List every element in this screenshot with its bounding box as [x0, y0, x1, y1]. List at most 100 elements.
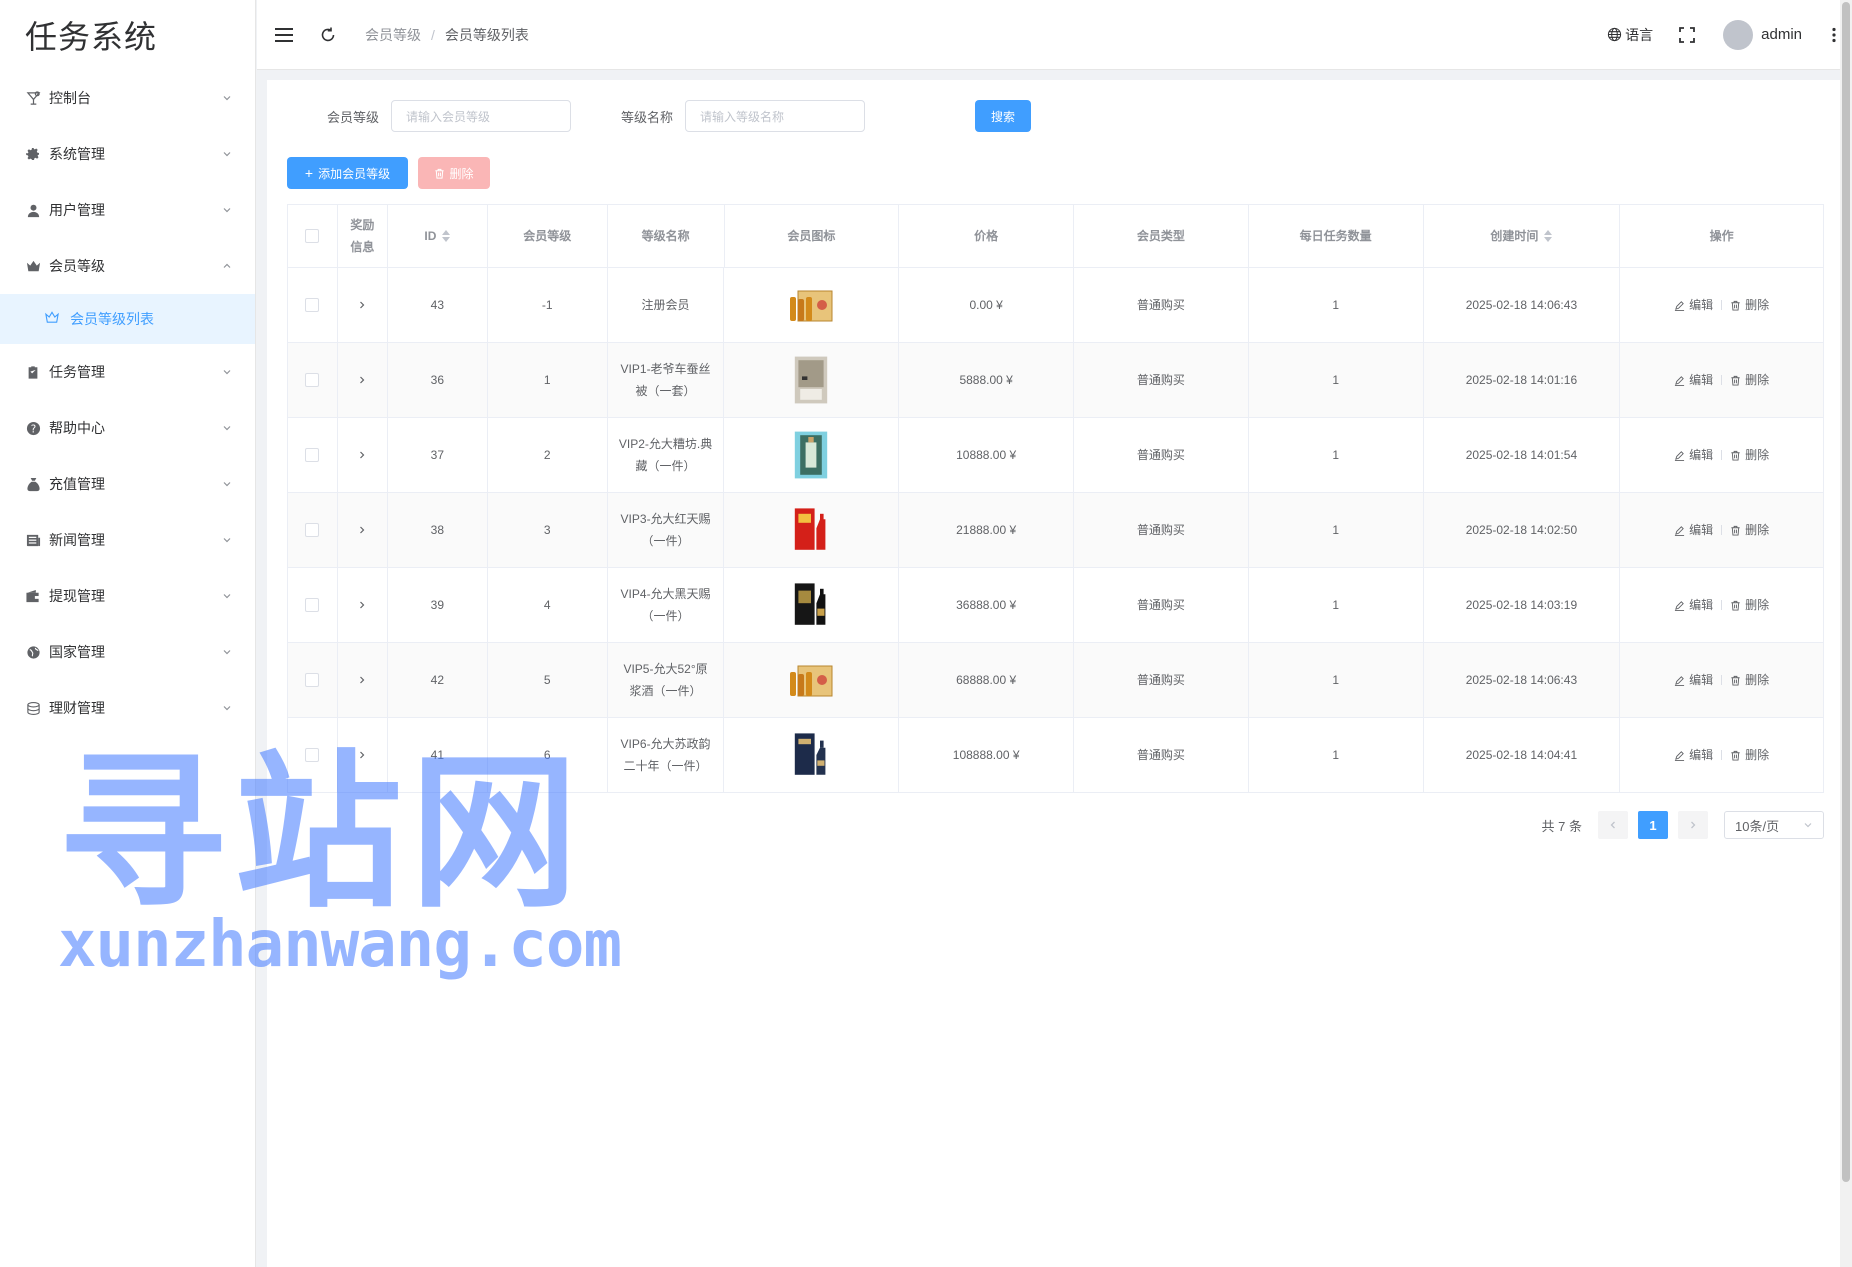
- select-all-checkbox[interactable]: [305, 229, 320, 243]
- member-icon-image[interactable]: [788, 732, 834, 778]
- row-level-name: VIP3-允大红天赐（一件）: [608, 493, 725, 567]
- member-icon-image[interactable]: [788, 282, 834, 328]
- member-icon-image[interactable]: [788, 582, 834, 628]
- sidebar-item-dashboard[interactable]: 控制台: [0, 70, 255, 126]
- delete-button[interactable]: 删除: [1730, 444, 1769, 466]
- breadcrumb-item[interactable]: 会员等级: [365, 25, 421, 45]
- chevron-down-icon: [1804, 823, 1812, 828]
- chevron-right-icon[interactable]: [356, 599, 368, 611]
- row-price: 5888.00 ¥: [899, 343, 1075, 417]
- header-reward-info: 奖励信息: [338, 205, 388, 267]
- chevron-down-icon: [223, 538, 231, 543]
- sidebar-item-countries[interactable]: 国家管理: [0, 624, 255, 680]
- prev-page-button[interactable]: [1598, 811, 1628, 839]
- search-button[interactable]: 搜索: [975, 100, 1032, 132]
- hamburger-icon[interactable]: [273, 24, 295, 46]
- edit-button[interactable]: 编辑: [1674, 369, 1713, 391]
- edit-button[interactable]: 编辑: [1674, 669, 1713, 691]
- row-checkbox[interactable]: [305, 373, 320, 387]
- header-created[interactable]: 创建时间: [1424, 205, 1621, 267]
- scrollbar-thumb[interactable]: [1842, 2, 1850, 1182]
- sidebar-item-users[interactable]: 用户管理: [0, 182, 255, 238]
- page-size-select[interactable]: 10条/页: [1724, 811, 1824, 839]
- trash-icon: [1731, 375, 1740, 386]
- chevron-left-icon: [1610, 821, 1615, 829]
- avatar[interactable]: [1723, 19, 1754, 50]
- sidebar-item-finance[interactable]: 理财管理: [0, 680, 255, 736]
- delete-button[interactable]: 删除: [1730, 294, 1769, 316]
- next-page-button[interactable]: [1678, 811, 1708, 839]
- more-vertical-icon[interactable]: [1832, 27, 1836, 43]
- row-select-cell: [288, 643, 338, 717]
- page-number-current[interactable]: 1: [1638, 811, 1668, 839]
- row-checkbox[interactable]: [305, 448, 320, 462]
- sidebar-item-help[interactable]: ? 帮助中心: [0, 400, 255, 456]
- header-id[interactable]: ID: [388, 205, 488, 267]
- edit-button[interactable]: 编辑: [1674, 519, 1713, 541]
- add-level-button[interactable]: + 添加会员等级: [287, 157, 408, 189]
- chevron-right-icon[interactable]: [356, 524, 368, 536]
- level-search-input[interactable]: 请输入会员等级: [391, 100, 572, 132]
- sidebar-item-withdraw[interactable]: 提现管理: [0, 568, 255, 624]
- edit-button[interactable]: 编辑: [1674, 294, 1713, 316]
- bulk-delete-button[interactable]: 删除: [418, 157, 490, 189]
- row-icon-cell: [724, 718, 900, 792]
- row-select-cell: [288, 568, 338, 642]
- question-icon: ?: [24, 419, 42, 437]
- sidebar-item-system[interactable]: 系统管理: [0, 126, 255, 182]
- delete-button[interactable]: 删除: [1730, 669, 1769, 691]
- row-checkbox[interactable]: [305, 523, 320, 537]
- chevron-right-icon[interactable]: [356, 749, 368, 761]
- chevron-right-icon[interactable]: [356, 449, 368, 461]
- refresh-icon[interactable]: [319, 26, 337, 44]
- member-icon-image[interactable]: [788, 507, 834, 553]
- sidebar-item-recharge[interactable]: 充值管理: [0, 456, 255, 512]
- chevron-right-icon[interactable]: [356, 674, 368, 686]
- action-divider: [1721, 600, 1723, 610]
- edit-icon: [1675, 300, 1685, 311]
- row-daily-tasks: 1: [1249, 568, 1424, 642]
- member-icon-image[interactable]: [788, 431, 834, 479]
- sort-icon[interactable]: [1544, 230, 1553, 242]
- row-checkbox[interactable]: [305, 298, 320, 312]
- member-icon-image[interactable]: [788, 657, 834, 703]
- row-actions: 编辑 删除: [1620, 343, 1823, 417]
- delete-button[interactable]: 删除: [1730, 594, 1769, 616]
- row-checkbox[interactable]: [305, 673, 320, 687]
- fullscreen-icon[interactable]: [1679, 26, 1696, 43]
- sidebar-item-member-level-list[interactable]: 会员等级列表: [0, 294, 255, 344]
- sidebar-item-tasks[interactable]: 任务管理: [0, 344, 255, 400]
- chevron-down-icon: [223, 96, 231, 101]
- row-type: 普通购买: [1074, 418, 1249, 492]
- wallet-icon: [24, 587, 42, 605]
- row-checkbox[interactable]: [305, 598, 320, 612]
- sidebar-item-member-level[interactable]: 会员等级: [0, 238, 255, 294]
- chevron-right-icon[interactable]: [356, 299, 368, 311]
- row-daily-tasks: 1: [1249, 343, 1424, 417]
- language-switcher[interactable]: 语言: [1607, 25, 1653, 45]
- table-row: 41 6 VIP6-允大苏政韵二十年（一件） 108888.00 ¥ 普通购买 …: [288, 718, 1823, 793]
- chevron-up-icon: [223, 263, 231, 268]
- row-expand-cell: [338, 718, 388, 792]
- name-search-input[interactable]: 请输入等级名称: [685, 100, 866, 132]
- row-actions: 编辑 删除: [1620, 568, 1823, 642]
- action-divider: [1721, 300, 1723, 310]
- chevron-right-icon[interactable]: [356, 374, 368, 386]
- edit-button[interactable]: 编辑: [1674, 744, 1713, 766]
- sort-icon[interactable]: [442, 230, 451, 242]
- delete-button[interactable]: 删除: [1730, 519, 1769, 541]
- delete-button[interactable]: 删除: [1730, 744, 1769, 766]
- edit-button[interactable]: 编辑: [1674, 594, 1713, 616]
- username[interactable]: admin: [1761, 26, 1802, 43]
- delete-button[interactable]: 删除: [1730, 369, 1769, 391]
- member-icon-image[interactable]: [788, 356, 834, 404]
- row-level-name: VIP6-允大苏政韵二十年（一件）: [608, 718, 725, 792]
- row-checkbox[interactable]: [305, 748, 320, 762]
- row-id: 39: [388, 568, 488, 642]
- page-scrollbar[interactable]: [1840, 0, 1852, 1267]
- app-title: 任务系统: [25, 18, 158, 56]
- row-price: 36888.00 ¥: [899, 568, 1075, 642]
- edit-button[interactable]: 编辑: [1674, 444, 1713, 466]
- sidebar-item-news[interactable]: 新闻管理: [0, 512, 255, 568]
- edit-icon: [1675, 750, 1685, 761]
